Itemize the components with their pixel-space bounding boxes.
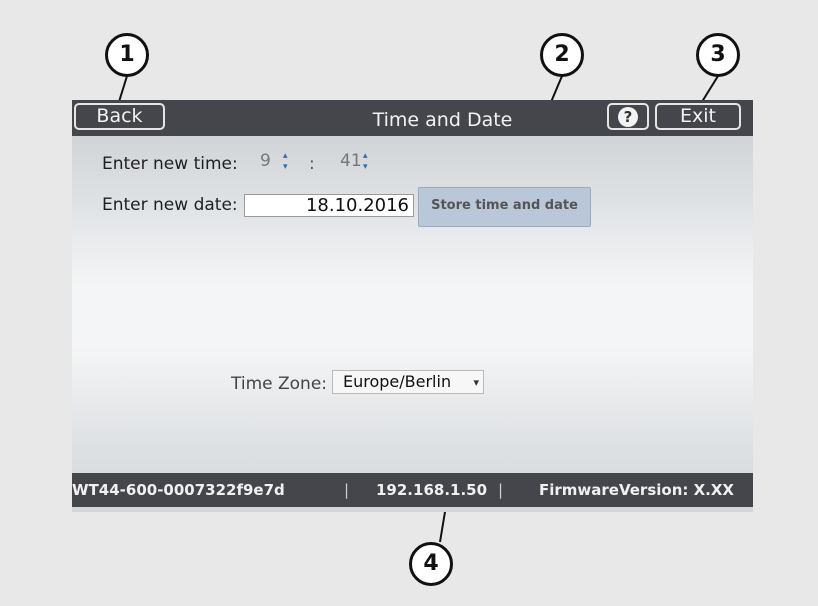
status-separator-1: |: [344, 481, 350, 499]
help-button[interactable]: ?: [607, 103, 649, 130]
callout-2: 2: [540, 33, 584, 77]
date-label: Enter new date:: [102, 195, 238, 215]
timezone-label: Time Zone:: [231, 374, 328, 394]
status-separator-2: |: [498, 481, 504, 499]
callout-3: 3: [696, 33, 740, 77]
minute-up-icon[interactable]: ▴: [363, 152, 371, 161]
title-bar: Back Time and Date ? Exit: [72, 100, 753, 136]
figure-frame: Back Time and Date ? Exit Enter new time…: [0, 0, 818, 606]
callout-4: 4: [409, 542, 453, 586]
ip-address: 192.168.1.50: [376, 481, 488, 499]
minute-down-icon[interactable]: ▾: [363, 163, 371, 172]
minute-spinner[interactable]: 41 ▴ ▾: [328, 146, 373, 178]
time-label: Enter new time:: [102, 154, 238, 174]
help-icon: ?: [618, 107, 638, 127]
page-title: Time and Date: [372, 109, 513, 131]
status-bar: WT44-600-0007322f9e7d | 192.168.1.50 | F…: [72, 473, 753, 507]
timezone-select[interactable]: Europe/Berlin ▾: [332, 370, 484, 394]
hour-value: 9: [260, 151, 271, 171]
exit-button[interactable]: Exit: [655, 103, 741, 130]
firmware-version: FirmwareVersion: X.XX: [539, 481, 734, 499]
hour-down-icon[interactable]: ▾: [283, 163, 291, 172]
callout-1: 1: [105, 33, 149, 77]
device-id: WT44-600-0007322f9e7d: [72, 481, 285, 499]
hour-spinner[interactable]: 9 ▴ ▾: [248, 146, 293, 178]
device-screen: Back Time and Date ? Exit Enter new time…: [72, 100, 753, 512]
time-separator: :: [309, 154, 315, 174]
store-time-date-button[interactable]: Store time and date: [418, 187, 591, 227]
date-input[interactable]: 18.10.2016: [244, 194, 414, 217]
minute-value: 41: [340, 151, 362, 171]
timezone-value: Europe/Berlin: [343, 372, 452, 391]
chevron-down-icon: ▾: [473, 376, 479, 389]
hour-up-icon[interactable]: ▴: [283, 152, 291, 161]
